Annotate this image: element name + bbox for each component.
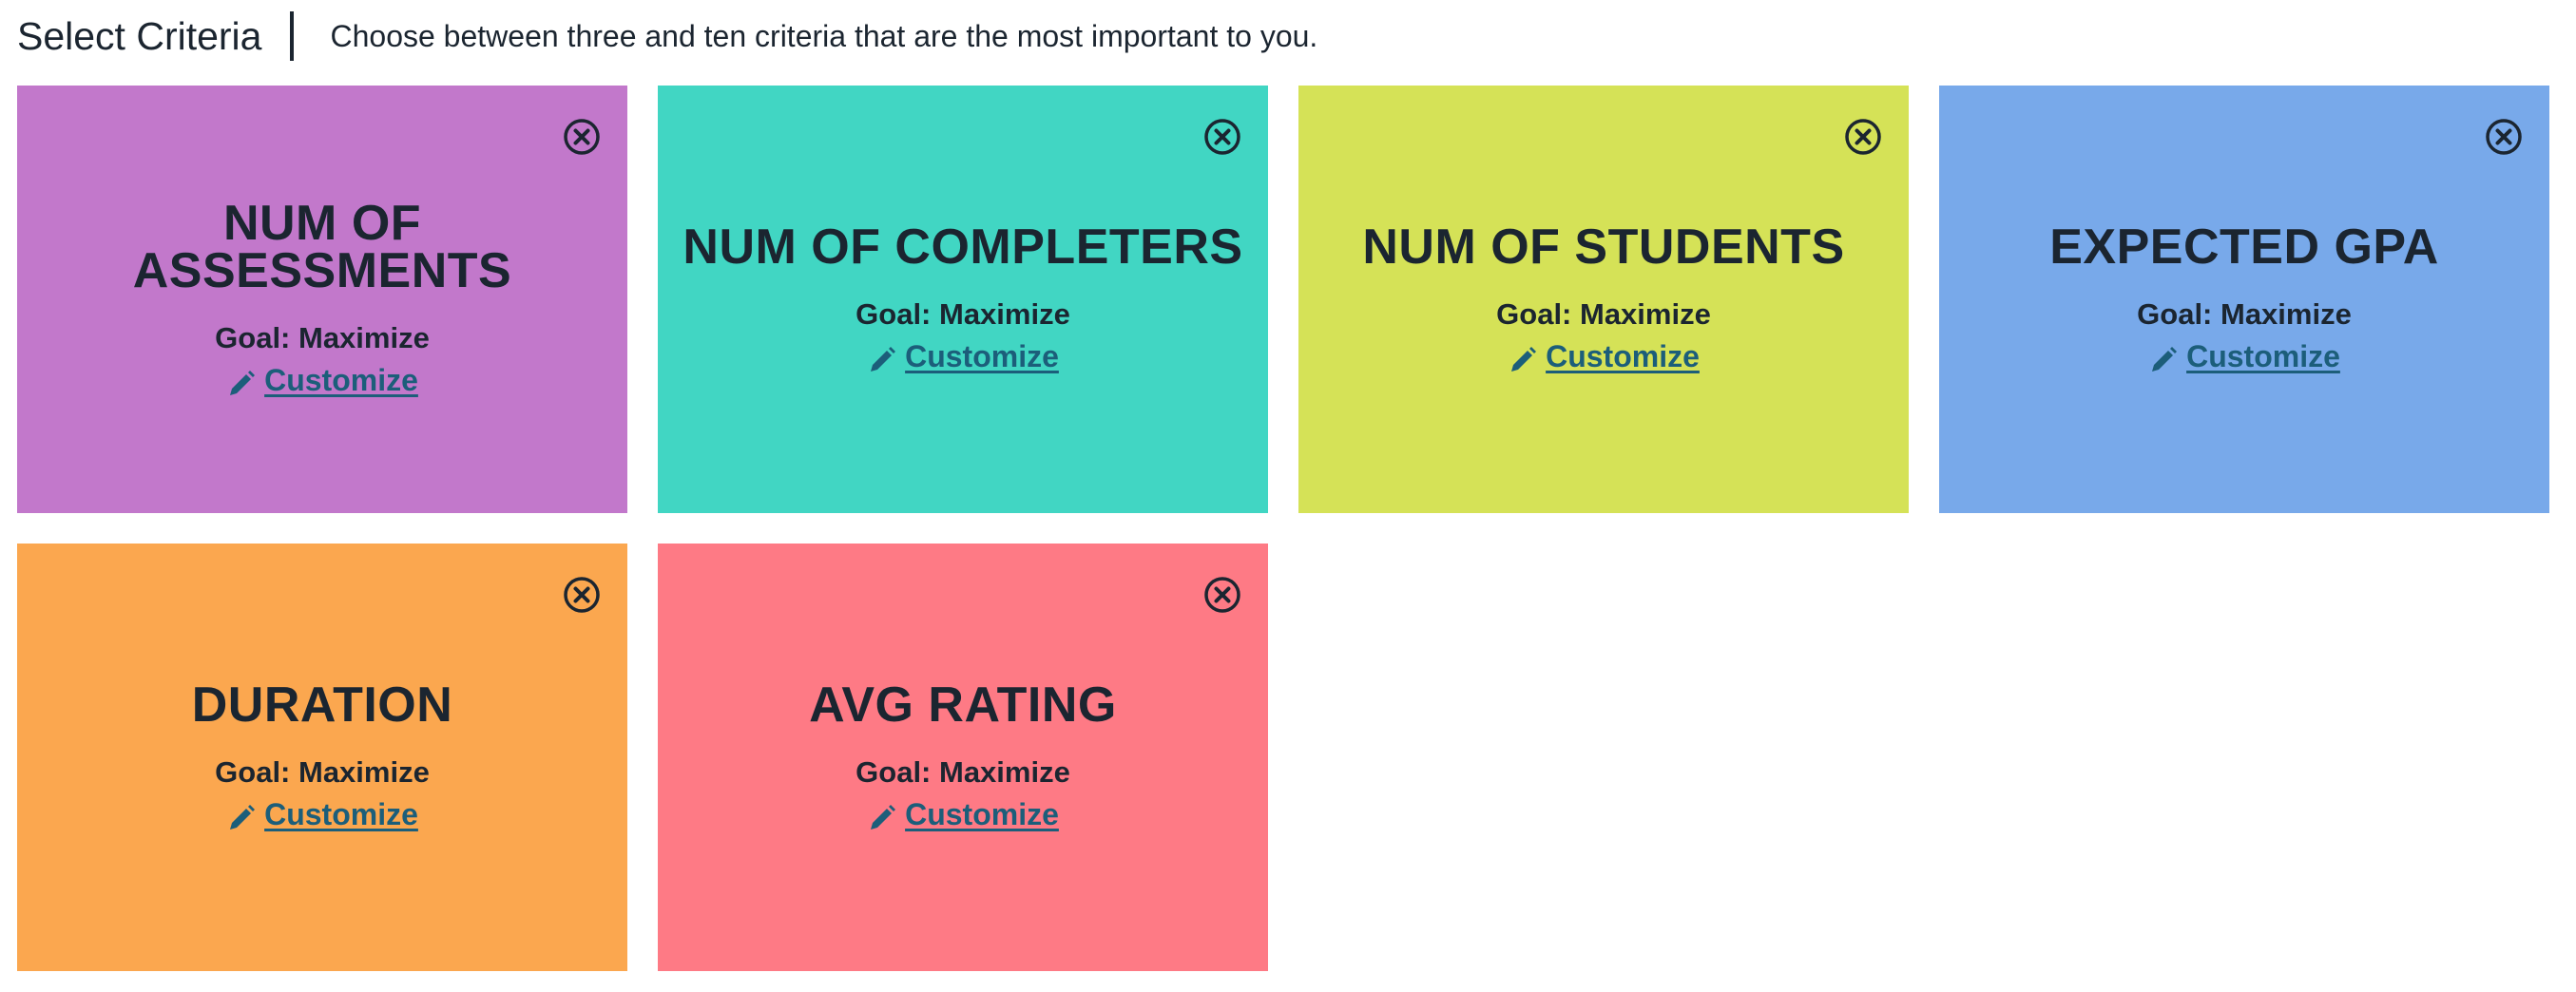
customize-link[interactable]: Customize xyxy=(905,339,1059,374)
criterion-goal: Goal: Maximize xyxy=(855,297,1070,331)
criterion-goal: Goal: Maximize xyxy=(1496,297,1711,331)
criterion-card: NUM OF COMPLETERS Goal: Maximize Customi… xyxy=(658,86,1268,513)
close-circle-icon[interactable] xyxy=(563,118,601,156)
criterion-card: NUM OF STUDENTS Goal: Maximize Customize xyxy=(1298,86,1909,513)
criterion-card: NUM OF ASSESSMENTS Goal: Maximize Custom… xyxy=(17,86,627,513)
pencil-icon xyxy=(2148,345,2179,375)
pencil-icon xyxy=(226,803,257,833)
criterion-title: NUM OF STUDENTS xyxy=(1362,219,1845,275)
customize-button[interactable]: Customize xyxy=(226,361,418,399)
page-description: Choose between three and ten criteria th… xyxy=(330,18,1318,53)
criterion-goal: Goal: Maximize xyxy=(215,755,430,789)
criterion-title: DURATION xyxy=(191,677,453,733)
criterion-card: AVG RATING Goal: Maximize Customize xyxy=(658,544,1268,971)
customize-button[interactable]: Customize xyxy=(226,795,418,833)
pencil-icon xyxy=(867,803,897,833)
close-circle-icon[interactable] xyxy=(1844,118,1882,156)
pencil-icon xyxy=(867,345,897,375)
customize-link[interactable]: Customize xyxy=(905,797,1059,832)
close-circle-icon[interactable] xyxy=(1203,118,1241,156)
customize-button[interactable]: Customize xyxy=(867,795,1059,833)
pencil-icon xyxy=(226,369,257,399)
page-title: Select Criteria xyxy=(17,13,262,58)
criterion-goal: Goal: Maximize xyxy=(215,321,430,354)
criteria-grid: NUM OF ASSESSMENTS Goal: Maximize Custom… xyxy=(17,86,2549,971)
customize-link[interactable]: Customize xyxy=(1546,339,1700,374)
header-divider xyxy=(290,11,295,61)
pencil-icon xyxy=(1508,345,1538,375)
close-circle-icon[interactable] xyxy=(1203,576,1241,614)
criterion-title: NUM OF ASSESSMENTS xyxy=(132,196,512,298)
criterion-card: EXPECTED GPA Goal: Maximize Customize xyxy=(1939,86,2549,513)
customize-link[interactable]: Customize xyxy=(264,797,418,832)
customize-button[interactable]: Customize xyxy=(2148,337,2340,375)
customize-link[interactable]: Customize xyxy=(2186,339,2340,374)
criterion-goal: Goal: Maximize xyxy=(855,755,1070,789)
close-circle-icon[interactable] xyxy=(2485,118,2523,156)
customize-button[interactable]: Customize xyxy=(867,337,1059,375)
customize-link[interactable]: Customize xyxy=(264,363,418,398)
criterion-card: DURATION Goal: Maximize Customize xyxy=(17,544,627,971)
page-header: Select Criteria Choose between three and… xyxy=(17,0,1317,72)
criterion-goal: Goal: Maximize xyxy=(2137,297,2352,331)
criterion-title: AVG RATING xyxy=(809,677,1117,733)
criterion-title: NUM OF COMPLETERS xyxy=(682,219,1243,275)
close-circle-icon[interactable] xyxy=(563,576,601,614)
criterion-title: EXPECTED GPA xyxy=(2049,219,2439,275)
customize-button[interactable]: Customize xyxy=(1508,337,1700,375)
